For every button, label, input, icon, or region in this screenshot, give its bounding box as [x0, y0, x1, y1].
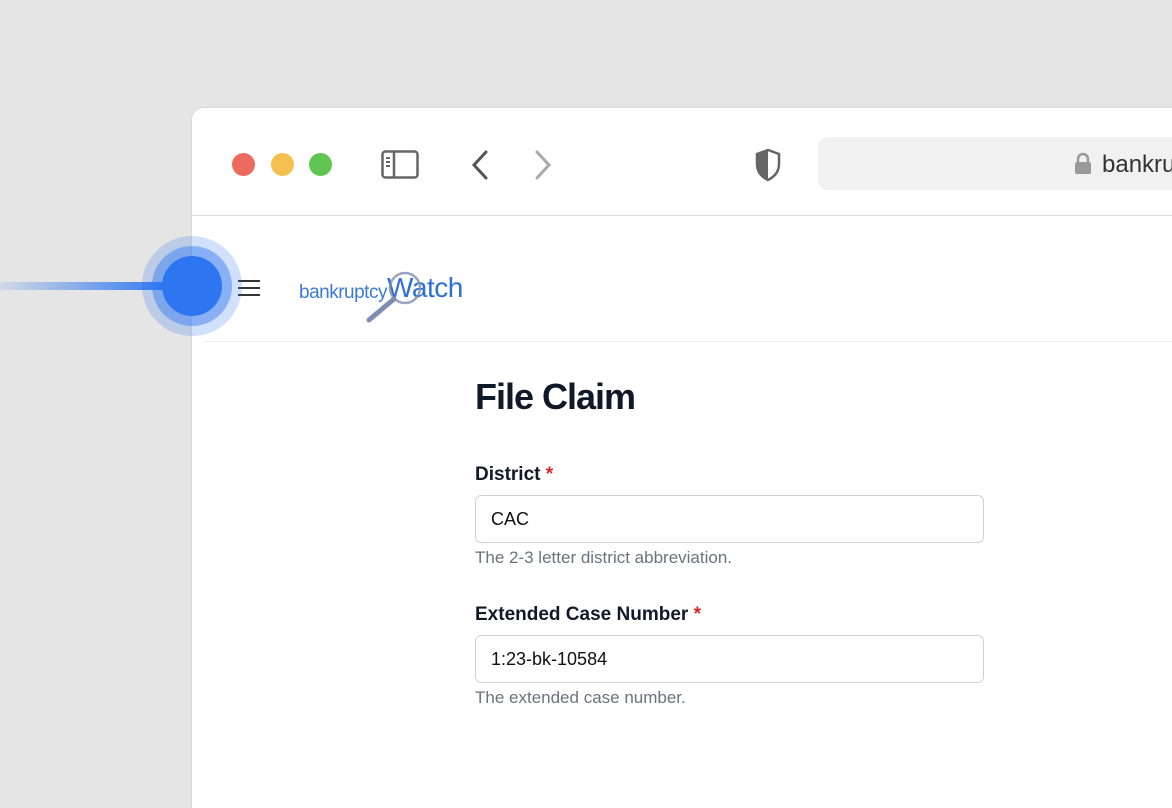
close-window-button[interactable] [232, 153, 255, 176]
url-text: bankru [1102, 151, 1172, 179]
case-number-field-group: Extended Case Number * 1:23-bk-10584 The… [475, 604, 985, 708]
file-claim-form: File Claim District * CAC The 2-3 letter… [475, 376, 985, 708]
district-label: District * [475, 464, 985, 486]
privacy-shield-icon[interactable] [754, 148, 782, 182]
lock-icon [1074, 152, 1092, 174]
page-title: File Claim [475, 376, 985, 418]
case-number-input[interactable]: 1:23-bk-10584 [475, 635, 984, 683]
district-field-group: District * CAC The 2-3 letter district a… [475, 464, 985, 568]
forward-icon[interactable] [533, 150, 553, 180]
address-bar[interactable]: bankru [818, 137, 1172, 190]
site-header: bankruptcy Watch [204, 216, 1172, 342]
case-number-label: Extended Case Number * [475, 604, 985, 626]
district-help: The 2-3 letter district abbreviation. [475, 548, 985, 568]
bankruptcywatch-logo[interactable]: bankruptcy Watch [299, 266, 469, 326]
district-input[interactable]: CAC [475, 495, 984, 543]
zoom-window-button[interactable] [309, 153, 332, 176]
magnifier-icon [365, 270, 425, 326]
pointer-indicator [142, 236, 242, 336]
case-number-help: The extended case number. [475, 688, 985, 708]
browser-toolbar: bankru [192, 108, 1172, 216]
sidebar-toggle-icon[interactable] [381, 150, 419, 180]
minimize-window-button[interactable] [271, 153, 294, 176]
back-icon[interactable] [470, 150, 490, 180]
